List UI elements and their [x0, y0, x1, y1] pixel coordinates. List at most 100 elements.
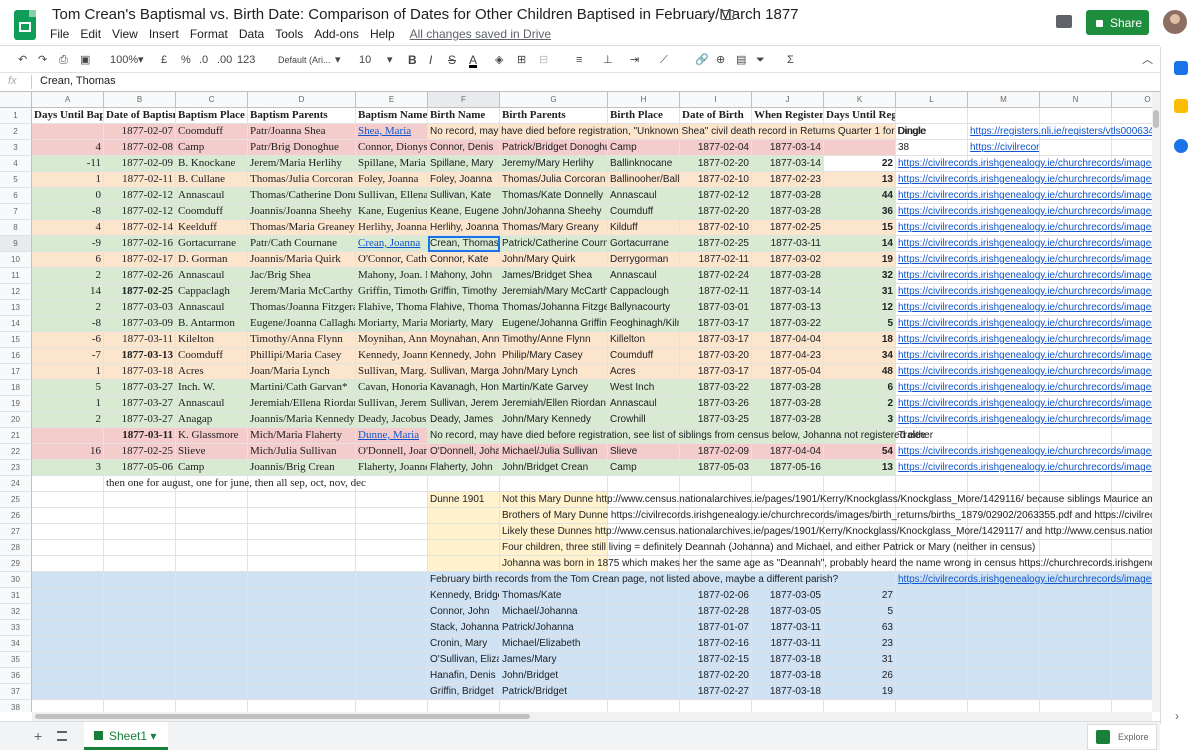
calendar-icon[interactable] — [1174, 61, 1188, 75]
cell-link[interactable] — [896, 684, 968, 700]
cell-birth-parents[interactable]: Patrick/Bridget — [500, 684, 608, 700]
cell-birth-parents[interactable]: Philip/Mary Casey — [500, 348, 608, 364]
cell-registered-date[interactable]: 1877-03-14 — [752, 156, 824, 172]
cell-registered-date[interactable]: 1877-03-18 — [752, 684, 824, 700]
cell-extra-n[interactable] — [1040, 652, 1112, 668]
cell-extra-n[interactable] — [1040, 428, 1112, 444]
cell-extra-m[interactable] — [968, 668, 1040, 684]
cell-birth-name[interactable]: Griffin, Timothy — [428, 284, 500, 300]
row-header[interactable]: 8 — [0, 220, 32, 236]
cell-link[interactable] — [896, 652, 968, 668]
cell-birth-parents[interactable]: Jeremiah/Ellen Riordan — [500, 396, 608, 412]
cell-baptism-place[interactable] — [176, 684, 248, 700]
cell-days-until-baptism[interactable] — [32, 508, 104, 524]
cell-baptism-date[interactable]: 1877-02-11 — [104, 172, 176, 188]
cell-birth-place[interactable]: Kilduff — [608, 220, 680, 236]
cell-days-until-reg[interactable]: 31 — [824, 652, 896, 668]
cell-birth-date[interactable]: 1877-03-17 — [680, 332, 752, 348]
cell-baptism-parents[interactable] — [248, 636, 356, 652]
cell-extra-o[interactable] — [1112, 540, 1152, 556]
cell-birth-name[interactable]: Spillane, Mary — [428, 156, 500, 172]
cell-registered-date[interactable]: 1877-05-04 — [752, 364, 824, 380]
cell-days-until-reg[interactable]: 5 — [824, 316, 896, 332]
row-header[interactable]: 21 — [0, 428, 32, 444]
cell-registered-date[interactable]: 1877-03-11 — [752, 620, 824, 636]
cell-birth-parents[interactable]: John/Mary Quirk — [500, 252, 608, 268]
cell-days-until-reg[interactable]: 34 — [824, 348, 896, 364]
cell-birth-date[interactable]: 1877-02-10 — [680, 220, 752, 236]
cell-birth-date[interactable]: 1877-03-20 — [680, 348, 752, 364]
cell-birth-parents[interactable]: Thomas/Julia Corcoran — [500, 172, 608, 188]
cell-baptism-date[interactable] — [104, 572, 176, 588]
cell-birth-parents[interactable]: Brothers of Mary Dunne https://civilreco… — [500, 508, 1152, 524]
cell-link[interactable]: https://civilrecords.irishgenealogy.ie/c… — [896, 460, 1152, 476]
cell-extra-o[interactable] — [1112, 428, 1152, 444]
cell-birth-place[interactable] — [608, 620, 680, 636]
cell-days-until-baptism[interactable] — [32, 620, 104, 636]
row-header[interactable]: 4 — [0, 156, 32, 172]
cell-extra-m[interactable] — [968, 476, 1040, 492]
cell-days-until-baptism[interactable]: -8 — [32, 204, 104, 220]
header-cell-days-until-baptism[interactable]: Days Until Bap — [32, 108, 104, 124]
cell-days-until-baptism[interactable]: 2 — [32, 300, 104, 316]
cell-baptism-parents[interactable]: Jerem/Maria Herlihy — [248, 156, 356, 172]
cell-birth-date[interactable]: 1877-03-22 — [680, 380, 752, 396]
cell-birth-place[interactable] — [608, 668, 680, 684]
column-header-n[interactable]: N — [1040, 92, 1112, 108]
menu-view[interactable]: View — [112, 27, 138, 41]
cell-birth-name[interactable] — [428, 556, 500, 572]
cell-days-until-baptism[interactable]: -9 — [32, 236, 104, 252]
cell-birth-date[interactable]: 1877-02-12 — [680, 188, 752, 204]
row-header[interactable]: 1 — [0, 108, 32, 124]
menu-format[interactable]: Format — [190, 27, 228, 41]
cell-baptism-parents[interactable]: Martini/Cath Garvan* — [248, 380, 356, 396]
cell-birth-place[interactable]: Slieve — [608, 444, 680, 460]
cell-birth-parents[interactable]: Michael/Elizabeth — [500, 636, 608, 652]
decrease-decimal-button[interactable]: .0 — [199, 52, 208, 68]
cell-baptism-parents[interactable] — [248, 540, 356, 556]
header-cell-birth-place[interactable]: Birth Place — [608, 108, 680, 124]
cell-link[interactable]: https://civilrecords.irishgenealogy.ie/c… — [896, 380, 1152, 396]
cell-birth-place[interactable]: Coumduff — [608, 348, 680, 364]
select-all-corner[interactable] — [0, 92, 32, 108]
cell-days-until-reg[interactable]: 54 — [824, 444, 896, 460]
cell-extra-o[interactable] — [1112, 668, 1152, 684]
cell-birth-place[interactable]: Acres — [608, 364, 680, 380]
cell-baptism-place[interactable]: Gortacurrane — [176, 236, 248, 252]
cell-baptism-place[interactable]: Annascaul — [176, 268, 248, 284]
horizontal-align-icon[interactable]: ≡ — [576, 52, 582, 68]
cell-extra-m[interactable] — [968, 620, 1040, 636]
cell-baptism-name[interactable]: Spillane, Maria — [356, 156, 428, 172]
comment-history-icon[interactable] — [1056, 15, 1072, 28]
column-header-i[interactable]: I — [680, 92, 752, 108]
cell-birth-parents[interactable] — [500, 700, 608, 712]
tab-sheet1[interactable]: Sheet1 ▾ — [84, 722, 168, 750]
cell-baptism-place[interactable] — [176, 604, 248, 620]
column-header-b[interactable]: B — [104, 92, 176, 108]
cell-baptism-place[interactable]: Annascaul — [176, 300, 248, 316]
cell-days-until-reg[interactable]: 3 — [824, 412, 896, 428]
sheets-logo-icon[interactable] — [14, 10, 36, 40]
cell-baptism-parents[interactable]: Joannis/Maria Quirk — [248, 252, 356, 268]
cell-birth-place[interactable]: Killelton — [608, 332, 680, 348]
cell-birth-parents[interactable]: Johanna was born in 1875 which makes her… — [500, 556, 1152, 572]
fill-color-icon[interactable]: ◈ — [495, 52, 503, 68]
cell-birth-date[interactable]: 1877-02-06 — [680, 588, 752, 604]
cell-birth-date[interactable]: 1877-02-04 — [680, 140, 752, 156]
cell-extra-n[interactable] — [1040, 476, 1112, 492]
document-title[interactable]: Tom Crean's Baptismal vs. Birth Date: Co… — [52, 6, 799, 23]
cell-days-until-baptism[interactable] — [32, 604, 104, 620]
cell-birth-date[interactable]: 1877-03-01 — [680, 300, 752, 316]
cell-baptism-place[interactable]: Camp — [176, 140, 248, 156]
cell-birth-name[interactable]: Dunne 1901 — [428, 492, 500, 508]
row-header[interactable]: 36 — [0, 668, 32, 684]
cell-baptism-date[interactable] — [104, 492, 176, 508]
row-header[interactable]: 2 — [0, 124, 32, 140]
row-header[interactable]: 37 — [0, 684, 32, 700]
cell-baptism-name[interactable] — [356, 476, 428, 492]
header-cell-birth-parents[interactable]: Birth Parents — [500, 108, 608, 124]
cell-baptism-name[interactable]: Crean, Joanna — [356, 236, 428, 252]
column-header-k[interactable]: K — [824, 92, 896, 108]
cell-baptism-place[interactable] — [176, 508, 248, 524]
row-header[interactable]: 23 — [0, 460, 32, 476]
